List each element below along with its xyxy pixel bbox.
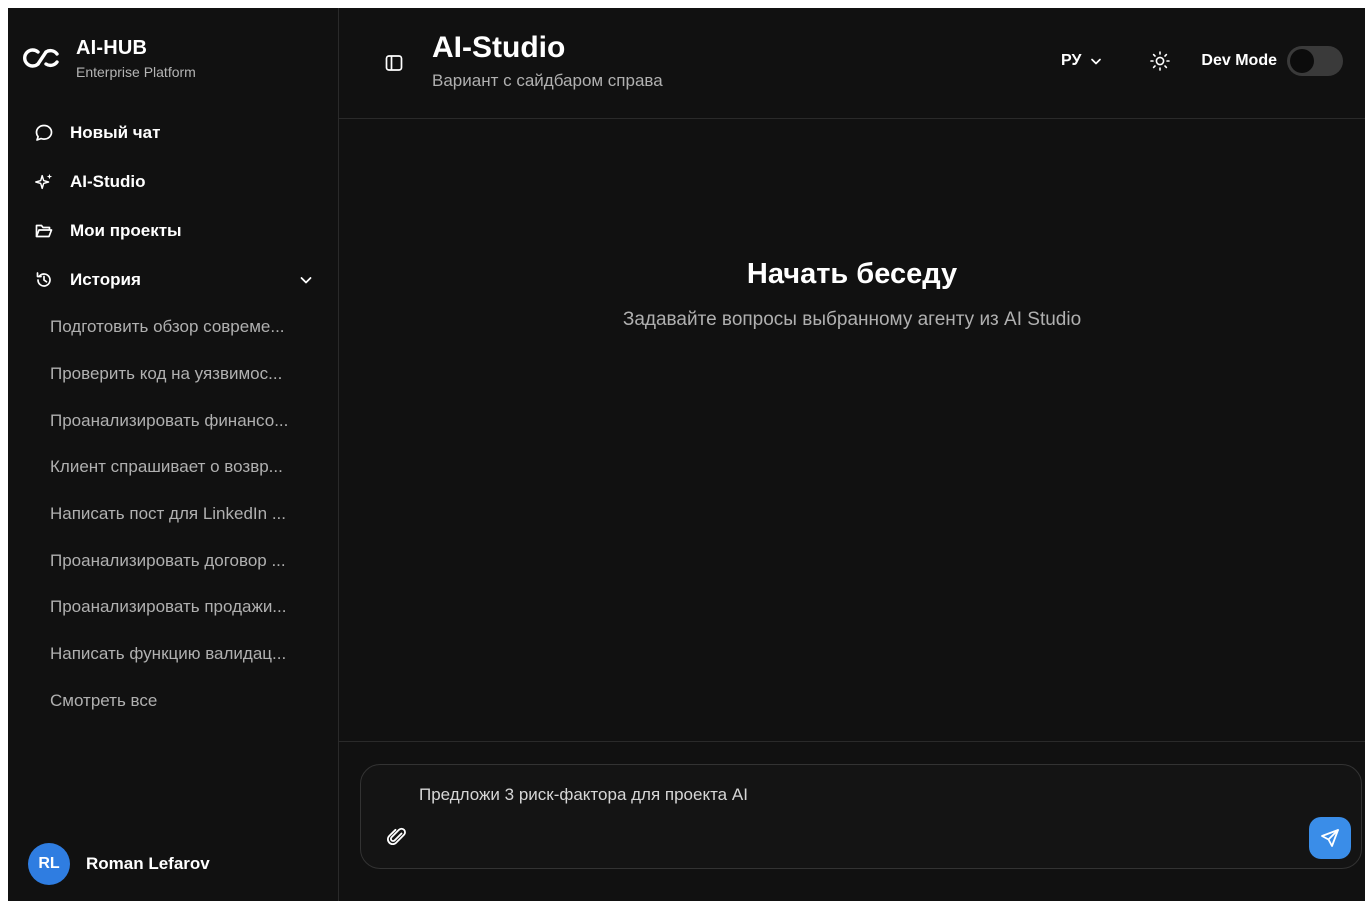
nav-item-history[interactable]: История <box>8 255 338 304</box>
language-selector[interactable]: РУ <box>1061 52 1103 70</box>
history-item[interactable]: Проанализировать финансо... <box>8 397 338 444</box>
send-icon <box>1321 829 1339 847</box>
user-name: Roman Lefarov <box>86 854 210 873</box>
sparkles-icon <box>34 172 54 192</box>
page-subtitle: Вариант с сайдбаром справа <box>432 71 663 90</box>
page-title: AI-Studio <box>432 31 566 64</box>
nav-item-my-projects[interactable]: Мои проекты <box>8 206 338 255</box>
sun-icon[interactable] <box>1149 50 1171 72</box>
history-item[interactable]: Подготовить обзор совреме... <box>8 304 338 351</box>
send-button[interactable] <box>1309 817 1351 859</box>
chevron-down-icon <box>1089 54 1103 68</box>
folder-open-icon <box>34 221 54 241</box>
empty-state-title: Начать беседу <box>746 258 958 290</box>
brand-name: AI-HUB <box>76 36 148 59</box>
avatar: RL <box>28 843 70 885</box>
chevron-down-icon[interactable] <box>298 272 314 288</box>
nav-label: Мои проекты <box>70 220 182 240</box>
history-item[interactable]: Проанализировать продажи... <box>8 584 338 631</box>
view-all-history-link[interactable]: Смотреть все <box>8 678 338 725</box>
message-composer[interactable]: Предложи 3 риск-фактора для проекта AI <box>360 764 1362 869</box>
toggle-knob <box>1290 49 1314 73</box>
language-label: РУ <box>1061 52 1082 69</box>
dev-mode-label: Dev Mode <box>1201 52 1277 69</box>
app-window: AI-HUB Enterprise Platform Новый чат AI-… <box>8 8 1365 901</box>
history-list: Подготовить обзор совреме... Проверить к… <box>8 304 338 724</box>
nav-label: История <box>70 269 141 289</box>
history-item[interactable]: Клиент спрашивает о возвр... <box>8 444 338 491</box>
user-profile[interactable]: RL Roman Lefarov <box>28 843 210 885</box>
nav-item-ai-studio[interactable]: AI-Studio <box>8 157 338 206</box>
history-icon <box>34 270 54 290</box>
sidebar-toggle-icon[interactable] <box>383 52 405 74</box>
empty-state: Начать беседу Задавайте вопросы выбранно… <box>339 258 1365 331</box>
brand: AI-HUB Enterprise Platform <box>8 8 338 108</box>
nav-item-new-chat[interactable]: Новый чат <box>8 108 338 157</box>
nav-label: Новый чат <box>70 122 161 142</box>
nav-label: AI-Studio <box>70 171 146 191</box>
infinity-logo-icon <box>22 43 62 73</box>
message-input[interactable]: Предложи 3 риск-фактора для проекта AI <box>419 785 748 805</box>
main-panel: AI-Studio Вариант с сайдбаром справа РУ <box>339 8 1365 901</box>
history-item[interactable]: Написать функцию валидац... <box>8 631 338 678</box>
paperclip-icon[interactable] <box>385 825 409 849</box>
sidebar: AI-HUB Enterprise Platform Новый чат AI-… <box>8 8 339 901</box>
brand-subtitle: Enterprise Platform <box>76 63 196 80</box>
history-item[interactable]: Проверить код на уязвимос... <box>8 351 338 398</box>
chat-bubble-icon <box>34 123 54 143</box>
dev-mode-toggle[interactable] <box>1287 46 1343 76</box>
composer-area: Предложи 3 риск-фактора для проекта AI <box>339 741 1365 901</box>
history-item[interactable]: Написать пост для LinkedIn ... <box>8 491 338 538</box>
empty-state-subtitle: Задавайте вопросы выбранному агенту из A… <box>622 309 1082 330</box>
history-item[interactable]: Проанализировать договор ... <box>8 537 338 584</box>
header: AI-Studio Вариант с сайдбаром справа РУ <box>339 8 1365 119</box>
